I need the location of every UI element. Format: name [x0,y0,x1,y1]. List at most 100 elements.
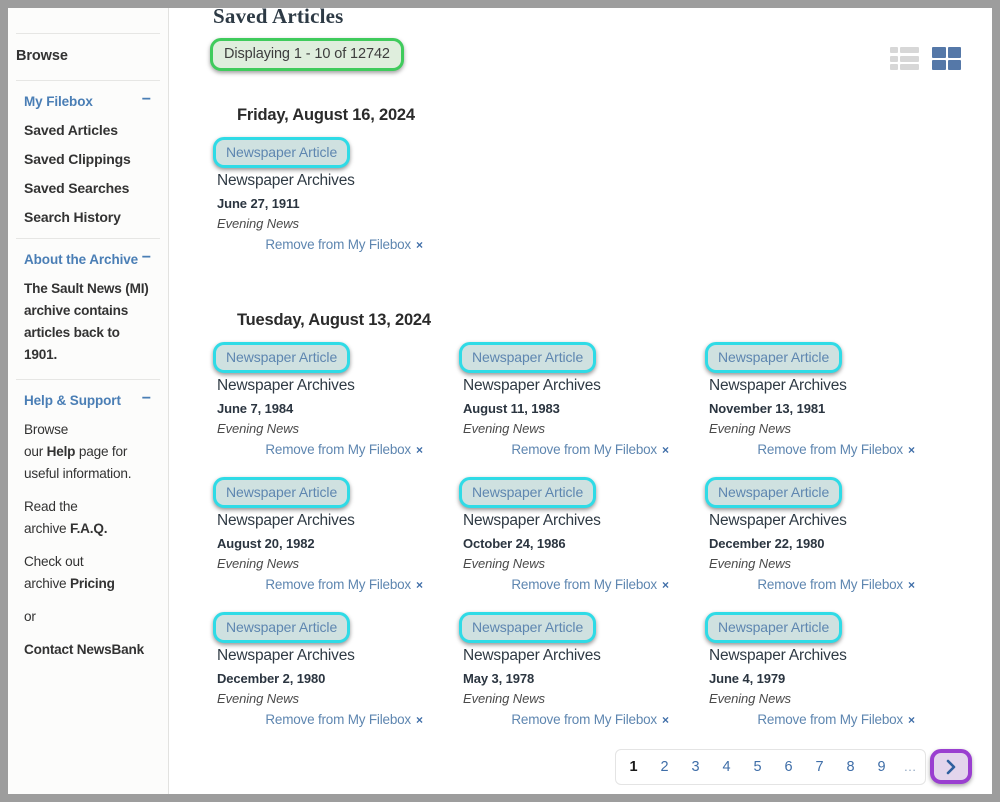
help-text-page-for: page for [75,443,128,459]
sidebar-item-saved-clippings[interactable]: Saved Clippings [16,151,160,167]
remove-from-filebox-link[interactable]: Remove from My Filebox [511,712,657,727]
help-browse-link[interactable]: Browse [24,422,68,437]
date-group: Tuesday, August 13, 2024 Newspaper Artic… [209,311,974,743]
article-publication: Evening News [463,556,545,571]
page-link-3[interactable]: 3 [680,750,711,784]
help-pricing-paragraph: Check out archive Pricing [16,551,160,595]
article-type-badge[interactable]: Newspaper Article [213,477,351,508]
page-link-5[interactable]: 5 [742,750,773,784]
list-view-toggle[interactable] [890,47,919,70]
help-faq-paragraph: Read the archive F.A.Q. [16,496,160,540]
help-link-faq[interactable]: F.A.Q. [70,521,108,536]
collapse-minus-icon[interactable]: − [142,250,151,266]
article-card[interactable]: Newspaper Article Newspaper Archives Nov… [701,338,947,473]
article-card[interactable]: Newspaper Article Newspaper Archives Oct… [455,473,701,608]
page-link-7[interactable]: 7 [804,750,835,784]
article-type-badge[interactable]: Newspaper Article [705,342,843,373]
sidebar-item-saved-searches[interactable]: Saved Searches [16,180,160,196]
about-archive-text: The Sault News (MI) archive contains art… [16,278,160,366]
article-card[interactable]: Newspaper Article Newspaper Archives May… [455,608,701,743]
article-card[interactable]: Newspaper Article Newspaper Archives Jun… [209,338,455,473]
article-date: August 20, 1982 [217,536,315,551]
close-icon[interactable]: × [662,443,669,457]
article-type-badge[interactable]: Newspaper Article [213,342,351,373]
article-publication: Evening News [217,216,299,231]
sidebar-heading-my-filebox[interactable]: My Filebox − [16,92,160,109]
close-icon[interactable]: × [908,713,915,727]
help-text-archive: archive [24,520,70,536]
grid-view-icon [932,47,961,70]
help-link-help[interactable]: Help [47,444,76,459]
remove-from-filebox-link[interactable]: Remove from My Filebox [265,237,411,252]
close-icon[interactable]: × [908,578,915,592]
article-type-badge[interactable]: Newspaper Article [459,477,597,508]
article-date: December 2, 1980 [217,671,326,686]
article-card[interactable]: Newspaper Article Newspaper Archives Dec… [209,608,455,743]
remove-from-filebox-link[interactable]: Remove from My Filebox [511,442,657,457]
sidebar-heading-label: Help & Support [24,392,121,408]
close-icon[interactable]: × [662,713,669,727]
article-type-badge[interactable]: Newspaper Article [459,342,597,373]
about-line-3: articles back to 1901. [24,324,120,362]
next-page-button[interactable] [930,749,972,784]
close-icon[interactable]: × [908,443,915,457]
sidebar-item-search-history[interactable]: Search History [16,209,160,225]
article-source: Newspaper Archives [217,512,355,529]
article-source: Newspaper Archives [217,172,355,189]
grid-view-toggle[interactable] [932,47,961,70]
close-icon[interactable]: × [416,578,423,592]
close-icon[interactable]: × [416,238,423,252]
app-window: Browse My Filebox − Saved Articles Saved… [8,8,992,794]
article-card[interactable]: Newspaper Article Newspaper Archives Jun… [209,133,455,268]
article-row: Newspaper Article Newspaper Archives Jun… [209,338,974,473]
sidebar-top-spacer [8,8,168,33]
close-icon[interactable]: × [662,578,669,592]
article-card[interactable]: Newspaper Article Newspaper Archives Jun… [701,608,947,743]
close-icon[interactable]: × [416,443,423,457]
collapse-minus-icon[interactable]: − [142,92,151,108]
help-link-pricing[interactable]: Pricing [70,576,115,591]
article-type-badge[interactable]: Newspaper Article [213,137,351,168]
remove-from-filebox-link[interactable]: Remove from My Filebox [757,442,903,457]
article-type-badge[interactable]: Newspaper Article [213,612,351,643]
article-date: May 3, 1978 [463,671,535,686]
remove-row: Remove from My Filebox × [209,441,455,459]
article-row: Newspaper Article Newspaper Archives Aug… [209,473,974,608]
article-publication: Evening News [709,421,791,436]
collapse-minus-icon[interactable]: − [142,391,151,407]
remove-from-filebox-link[interactable]: Remove from My Filebox [511,577,657,592]
main-content: Saved Articles Displaying 1 - 10 of 1274… [169,8,992,794]
result-count-highlight: Displaying 1 - 10 of 12742 [206,34,408,75]
article-type-badge[interactable]: Newspaper Article [705,612,843,643]
sidebar-heading-label: My Filebox [24,93,93,109]
article-card[interactable]: Newspaper Article Newspaper Archives Aug… [455,338,701,473]
pagination-ellipsis: … [903,758,917,774]
sidebar-item-saved-articles[interactable]: Saved Articles [16,122,160,138]
article-source: Newspaper Archives [463,512,601,529]
remove-from-filebox-link[interactable]: Remove from My Filebox [757,577,903,592]
article-source: Newspaper Archives [709,647,847,664]
article-card[interactable]: Newspaper Article Newspaper Archives Aug… [209,473,455,608]
page-link-2[interactable]: 2 [649,750,680,784]
remove-from-filebox-link[interactable]: Remove from My Filebox [265,712,411,727]
close-icon[interactable]: × [416,713,423,727]
remove-from-filebox-link[interactable]: Remove from My Filebox [265,577,411,592]
remove-row: Remove from My Filebox × [455,711,701,729]
sidebar-item-browse[interactable]: Browse [16,47,160,67]
article-type-badge[interactable]: Newspaper Article [705,477,843,508]
page-link-6[interactable]: 6 [773,750,804,784]
sidebar-heading-help-support[interactable]: Help & Support − [16,391,160,408]
remove-from-filebox-link[interactable]: Remove from My Filebox [757,712,903,727]
page-link-8[interactable]: 8 [835,750,866,784]
article-type-highlight: Newspaper Article [455,608,600,645]
result-count-badge: Displaying 1 - 10 of 12742 [210,38,404,71]
remove-from-filebox-link[interactable]: Remove from My Filebox [265,442,411,457]
article-card[interactable]: Newspaper Article Newspaper Archives Dec… [701,473,947,608]
page-link-4[interactable]: 4 [711,750,742,784]
article-type-badge[interactable]: Newspaper Article [459,612,597,643]
article-row: Newspaper Article Newspaper Archives Jun… [209,133,974,268]
sidebar-heading-about-archive[interactable]: About the Archive − [16,250,160,267]
page-link-9[interactable]: 9 [866,750,897,784]
page-link-1[interactable]: 1 [618,750,649,784]
help-link-contact-newsbank[interactable]: Contact NewsBank [16,639,160,661]
